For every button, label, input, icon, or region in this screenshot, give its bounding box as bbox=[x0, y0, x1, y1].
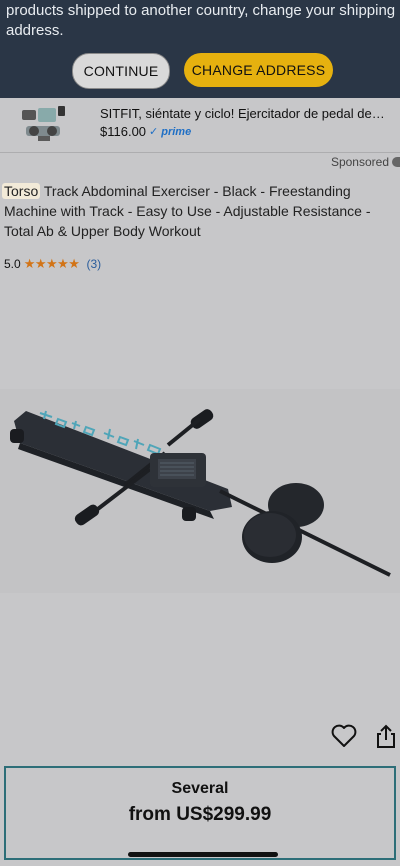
related-product-price: $116.00 ✓ prime bbox=[100, 124, 191, 139]
continue-button[interactable]: CONTINUE bbox=[72, 53, 170, 89]
product-title[interactable]: Torso Track Abdominal Exerciser - Black … bbox=[2, 181, 396, 241]
search-term-highlight: Torso bbox=[2, 183, 41, 199]
price-value: $116.00 bbox=[100, 124, 147, 139]
info-icon bbox=[392, 157, 400, 167]
shipping-banner: products shipped to another country, cha… bbox=[0, 0, 400, 98]
rating-value: 5.0 bbox=[4, 257, 21, 271]
pedal-exerciser-thumbnail bbox=[22, 106, 65, 141]
price-summary-box[interactable]: Several from US$299.99 bbox=[4, 766, 396, 860]
product-rating[interactable]: 5.0 ★★★★★ (3) bbox=[4, 256, 101, 272]
product-title-text: Track Abdominal Exerciser - Black - Free… bbox=[4, 183, 371, 239]
from-price: from US$299.99 bbox=[128, 804, 272, 825]
product-image[interactable] bbox=[0, 389, 400, 593]
change-address-button[interactable]: CHANGE ADDRESS bbox=[184, 53, 333, 87]
prime-badge: prime bbox=[161, 125, 192, 138]
prime-check-icon: ✓ bbox=[149, 126, 159, 138]
sellers-label: Several bbox=[171, 780, 229, 797]
home-indicator[interactable] bbox=[128, 852, 278, 857]
shipping-message: products shipped to another country, cha… bbox=[6, 2, 396, 39]
heart-icon[interactable] bbox=[330, 722, 358, 750]
share-icon[interactable] bbox=[372, 722, 400, 750]
related-product-title: SITFIT, siéntate y ciclo! Ejercitador de… bbox=[100, 106, 388, 121]
related-product-strip[interactable]: SITFIT, siéntate y ciclo! Ejercitador de… bbox=[0, 98, 400, 153]
star-rating-icons: ★★★★★ bbox=[23, 256, 80, 271]
sponsored-label[interactable]: Sponsored bbox=[331, 155, 400, 169]
review-count: (3) bbox=[86, 257, 102, 271]
